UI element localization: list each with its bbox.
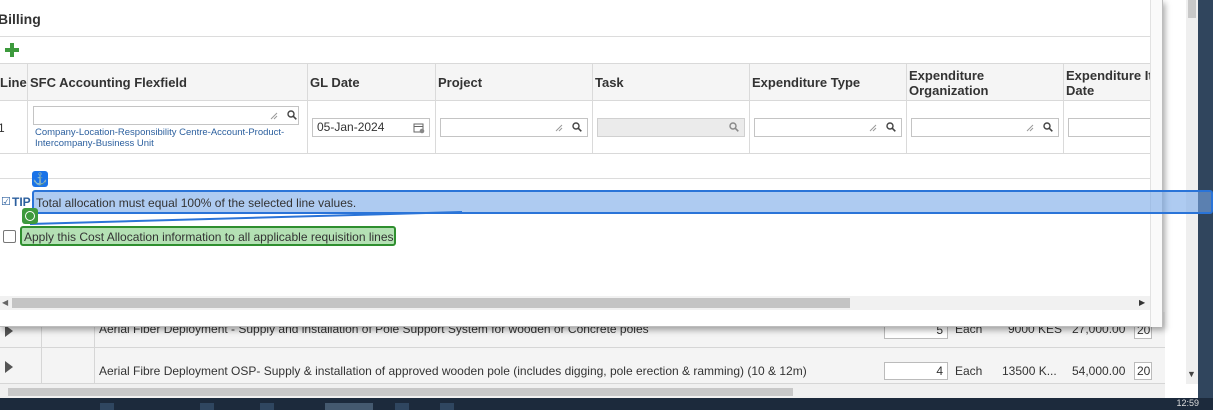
uom-text: Each <box>955 364 983 378</box>
page-scroll-thumb[interactable] <box>8 388 793 396</box>
table-row[interactable]: Aerial Fibre Deployment OSP- Supply & in… <box>0 348 1165 384</box>
taskbar-app-icon[interactable] <box>395 403 409 410</box>
flexfield-description-link[interactable]: Company-Location-Responsibility Centre-A… <box>35 127 305 149</box>
search-icon[interactable] <box>572 122 582 132</box>
expenditure-item-date-input[interactable] <box>1068 118 1150 137</box>
scroll-left-arrow-icon[interactable]: ◀ <box>2 298 8 307</box>
search-icon[interactable] <box>287 110 297 120</box>
scroll-right-arrow-icon[interactable]: ▶ <box>1139 298 1145 307</box>
taskbar-clock: 12:59 <box>1176 398 1199 408</box>
expand-row-icon[interactable] <box>5 361 13 373</box>
divider <box>0 178 1150 179</box>
gl-date-input[interactable]: 05-Jan-2024 <box>312 118 430 137</box>
tip-checkmark-icon: ☑ <box>1 196 11 208</box>
tip-text: Total allocation must equal 100% of the … <box>36 196 357 210</box>
price-text: 13500 K... <box>1002 364 1057 378</box>
resize-handle-icon <box>555 124 563 132</box>
search-icon[interactable] <box>1043 122 1053 132</box>
calendar-icon[interactable] <box>413 122 425 134</box>
expenditure-type-input[interactable] <box>754 118 902 137</box>
taskbar-app-icon[interactable] <box>200 403 214 410</box>
table-header: Line SFC Accounting Flexfield GL Date Pr… <box>0 63 1150 101</box>
task-input[interactable] <box>597 118 745 137</box>
add-row-plus-icon[interactable] <box>4 42 20 58</box>
column-header-gl-date[interactable]: GL Date <box>308 64 436 101</box>
flexfield-input[interactable] <box>33 106 299 125</box>
resize-handle-icon <box>1026 124 1034 132</box>
resize-handle-icon <box>270 112 278 120</box>
search-icon[interactable] <box>729 122 739 132</box>
page-vscroll-thumb[interactable] <box>1188 0 1196 18</box>
project-input[interactable] <box>440 118 588 137</box>
extra-field[interactable]: 20 <box>1134 362 1152 380</box>
apply-all-checkbox[interactable] <box>3 230 16 243</box>
section-title: Billing <box>0 11 41 27</box>
table-scroll-thumb[interactable] <box>12 298 850 308</box>
line-number: 1 <box>0 121 5 135</box>
taskbar-app-icon[interactable] <box>440 403 454 410</box>
tip-label: TIP <box>12 195 31 209</box>
taskbar-app-icon[interactable] <box>100 403 114 410</box>
resize-handle-icon <box>869 124 877 132</box>
column-header-project[interactable]: Project <box>436 64 593 101</box>
column-header-expenditure-org[interactable]: Expenditure Organization <box>907 64 1064 101</box>
quantity-field[interactable]: 4 <box>884 362 948 380</box>
column-header-flexfield[interactable]: SFC Accounting Flexfield <box>28 64 308 101</box>
column-header-task[interactable]: Task <box>593 64 750 101</box>
gl-date-value: 05-Jan-2024 <box>317 120 385 134</box>
taskbar-app-icon[interactable] <box>260 403 274 410</box>
table-row: 1 Company-Location-Responsibility Centre… <box>0 101 1150 154</box>
target-icon <box>22 208 38 224</box>
column-header-expenditure-item-date[interactable]: Expenditure It Date <box>1064 64 1150 101</box>
scroll-down-arrow-icon[interactable]: ▼ <box>1187 369 1196 379</box>
line-description: Aerial Fibre Deployment OSP- Supply & in… <box>99 364 807 378</box>
taskbar-app-icon[interactable] <box>325 403 373 410</box>
billing-table: Line SFC Accounting Flexfield GL Date Pr… <box>0 63 1150 154</box>
anchor-icon: ⚓ <box>32 171 48 187</box>
search-icon[interactable] <box>886 122 896 132</box>
taskbar: 12:59 <box>0 398 1213 410</box>
dialog-vertical-scrollbar[interactable] <box>1150 0 1162 327</box>
expenditure-org-input[interactable] <box>911 118 1059 137</box>
column-header-line[interactable]: Line <box>0 64 28 101</box>
apply-all-label[interactable]: Apply this Cost Allocation information t… <box>24 230 394 244</box>
column-header-expenditure-type[interactable]: Expenditure Type <box>750 64 907 101</box>
amount-text: 54,000.00 <box>1072 364 1126 378</box>
cost-allocation-dialog: Billing Line SFC Accounting Flexfield GL… <box>0 0 1163 327</box>
divider <box>0 36 1150 37</box>
